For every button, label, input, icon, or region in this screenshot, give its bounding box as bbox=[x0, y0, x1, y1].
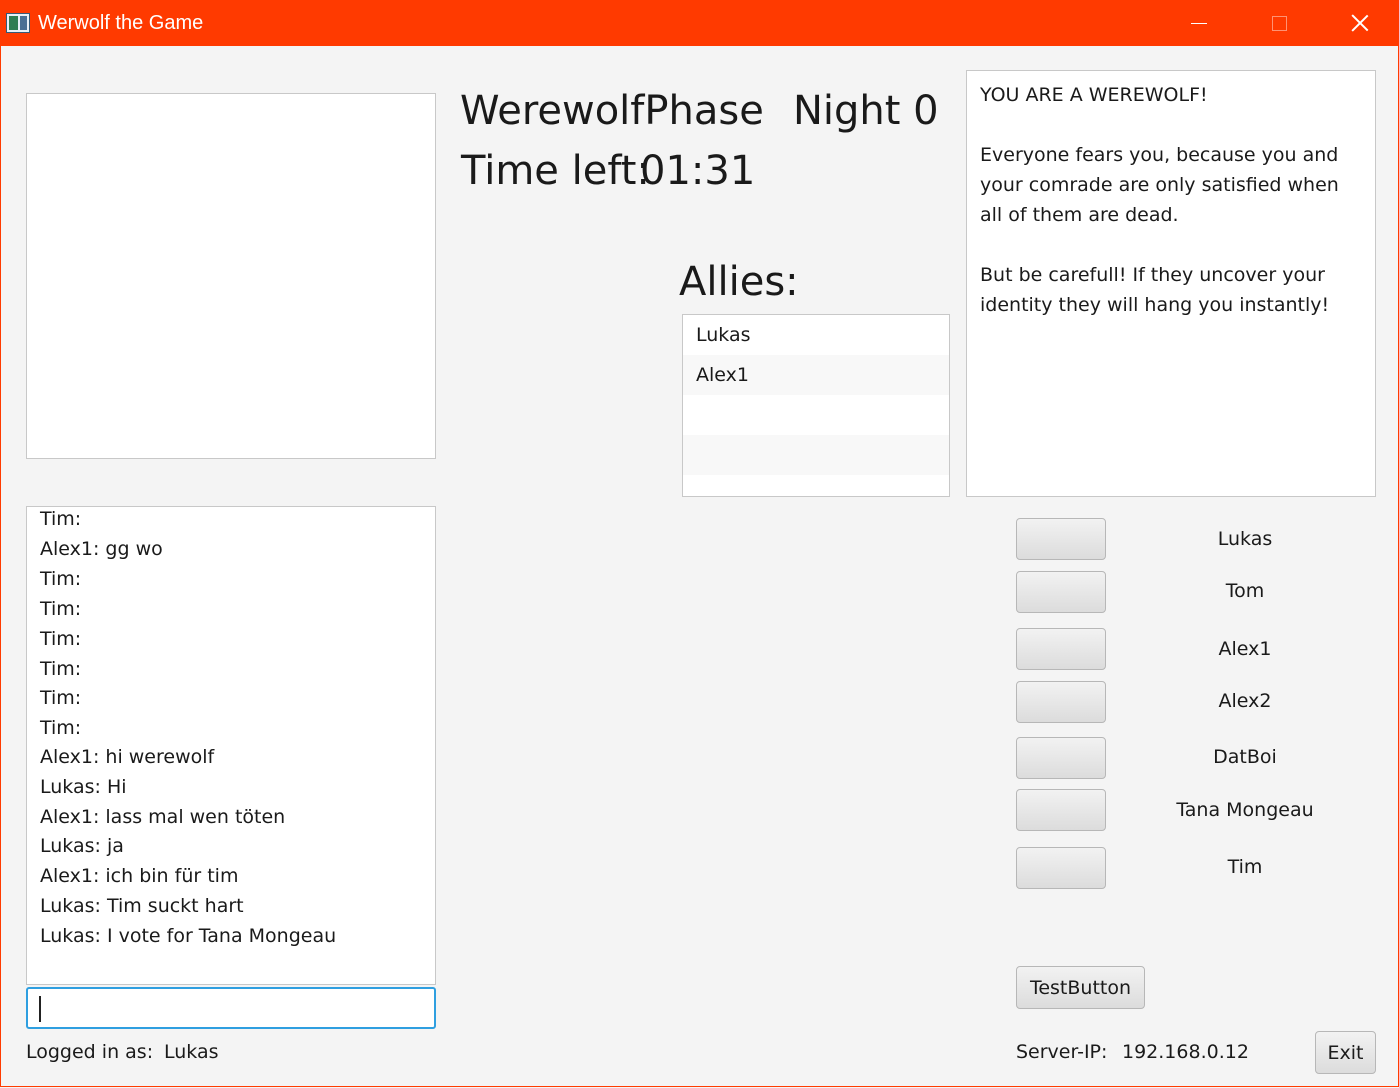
chat-message: Alex1: lass mal wen töten bbox=[40, 806, 286, 828]
player-name: DatBoi bbox=[1213, 746, 1277, 768]
time-left-value: 01:31 bbox=[640, 148, 756, 194]
vote-button[interactable] bbox=[1016, 681, 1106, 723]
role-image-panel bbox=[26, 93, 436, 459]
test-button[interactable]: TestButton bbox=[1016, 966, 1145, 1009]
chat-message: Lukas: I vote for Tana Mongeau bbox=[40, 925, 337, 947]
allies-list-empty-row bbox=[683, 475, 949, 496]
allies-label: Allies: bbox=[679, 259, 799, 305]
role-paragraph: Everyone fears you, because you and your… bbox=[980, 144, 1339, 226]
player-name: Tom bbox=[1225, 580, 1265, 602]
title-bar: Werwolf the Game bbox=[0, 0, 1399, 46]
role-paragraph: But be carefull! If they uncover your id… bbox=[980, 264, 1330, 316]
chat-log[interactable]: Tim: Alex1: gg wo Tim: Tim: Tim: Tim: Ti… bbox=[26, 506, 436, 985]
allies-list-empty-row bbox=[683, 435, 949, 475]
logged-in-user: Lukas bbox=[164, 1041, 219, 1063]
player-name: Alex1 bbox=[1218, 638, 1272, 660]
allies-list[interactable]: Lukas Alex1 bbox=[682, 314, 950, 497]
exit-button[interactable]: Exit bbox=[1315, 1031, 1376, 1074]
vote-button[interactable] bbox=[1016, 628, 1106, 670]
chat-message: Tim: bbox=[40, 628, 82, 650]
chat-message: Tim: bbox=[40, 568, 82, 590]
chat-message: Alex1: ich bin für tim bbox=[40, 865, 239, 887]
vote-button[interactable] bbox=[1016, 789, 1106, 831]
player-name: Alex2 bbox=[1218, 690, 1272, 712]
player-name: Tim bbox=[1227, 856, 1263, 878]
chat-input[interactable] bbox=[26, 987, 436, 1029]
chat-message: Tim: bbox=[40, 598, 82, 620]
chat-message: Lukas: ja bbox=[40, 835, 124, 857]
chat-message: Tim: bbox=[40, 717, 82, 739]
night-counter: Night 0 bbox=[793, 88, 939, 134]
text-caret bbox=[39, 996, 41, 1022]
chat-message: Tim: bbox=[40, 658, 82, 680]
app-icon bbox=[6, 13, 30, 33]
role-description: YOU ARE A WEREWOLF! Everyone fears you, … bbox=[966, 70, 1376, 497]
chat-message: Lukas: Hi bbox=[40, 776, 127, 798]
vote-button[interactable] bbox=[1016, 737, 1106, 779]
allies-list-item[interactable]: Alex1 bbox=[683, 355, 949, 395]
chat-message: Tim: bbox=[40, 508, 82, 530]
player-name: Lukas bbox=[1217, 528, 1273, 550]
maximize-button[interactable] bbox=[1240, 0, 1320, 46]
close-button[interactable] bbox=[1320, 0, 1399, 46]
logged-in-label: Logged in as: bbox=[26, 1041, 154, 1063]
minimize-button[interactable] bbox=[1160, 0, 1240, 46]
vote-button[interactable] bbox=[1016, 571, 1106, 613]
chat-message: Lukas: Tim suckt hart bbox=[40, 895, 244, 917]
server-ip-value: 192.168.0.12 bbox=[1122, 1041, 1249, 1063]
vote-button[interactable] bbox=[1016, 518, 1106, 560]
chat-message: Tim: bbox=[40, 687, 82, 709]
role-heading: YOU ARE A WEREWOLF! bbox=[980, 84, 1208, 106]
allies-list-empty-row bbox=[683, 395, 949, 435]
window-title: Werwolf the Game bbox=[38, 12, 204, 34]
time-left-label: Time left: bbox=[461, 148, 650, 194]
chat-message: Alex1: gg wo bbox=[40, 538, 163, 560]
phase-name: WerewolfPhase bbox=[460, 88, 764, 134]
server-ip-label: Server-IP: bbox=[1016, 1041, 1108, 1063]
vote-button[interactable] bbox=[1016, 847, 1106, 889]
allies-list-item[interactable]: Lukas bbox=[683, 315, 949, 355]
chat-message: Alex1: hi werewolf bbox=[40, 746, 215, 768]
player-name: Tana Mongeau bbox=[1176, 799, 1314, 821]
